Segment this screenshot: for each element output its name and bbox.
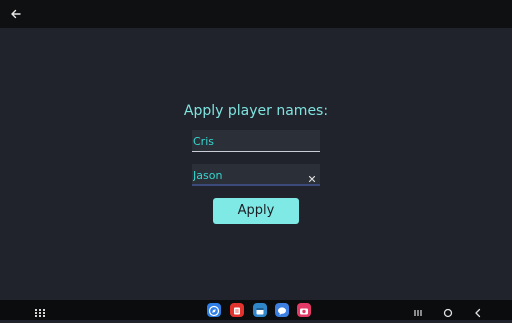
app-top-bar [0,0,512,28]
note-icon [234,307,240,315]
compass-icon [208,305,220,317]
app-grid-icon [35,309,45,317]
clear-button[interactable] [307,169,317,183]
apply-button[interactable]: Apply [213,198,299,224]
nav-back-icon [475,308,481,318]
home-button[interactable] [442,304,454,318]
calendar-icon [256,308,264,315]
camera-app[interactable] [297,303,311,317]
close-icon [308,175,316,183]
recents-icon [414,310,422,316]
back-button[interactable] [8,6,24,22]
player2-input[interactable] [193,167,303,183]
player1-field[interactable] [192,130,320,152]
messages-app[interactable] [275,303,289,317]
player2-field[interactable] [192,164,320,186]
arrow-left-icon [11,9,21,19]
home-icon [443,308,453,318]
calendar-app[interactable] [253,303,267,317]
nav-back-button[interactable] [472,304,484,318]
player1-input[interactable] [193,133,303,149]
chat-icon [278,307,286,315]
compass-app[interactable] [207,303,221,317]
main-content: Apply player names: Apply [0,28,512,300]
prompt-title: Apply player names: [183,103,329,119]
recents-button[interactable] [412,304,424,316]
notes-app[interactable] [230,303,244,317]
app-drawer-button[interactable] [34,304,46,317]
camera-icon [300,308,308,315]
